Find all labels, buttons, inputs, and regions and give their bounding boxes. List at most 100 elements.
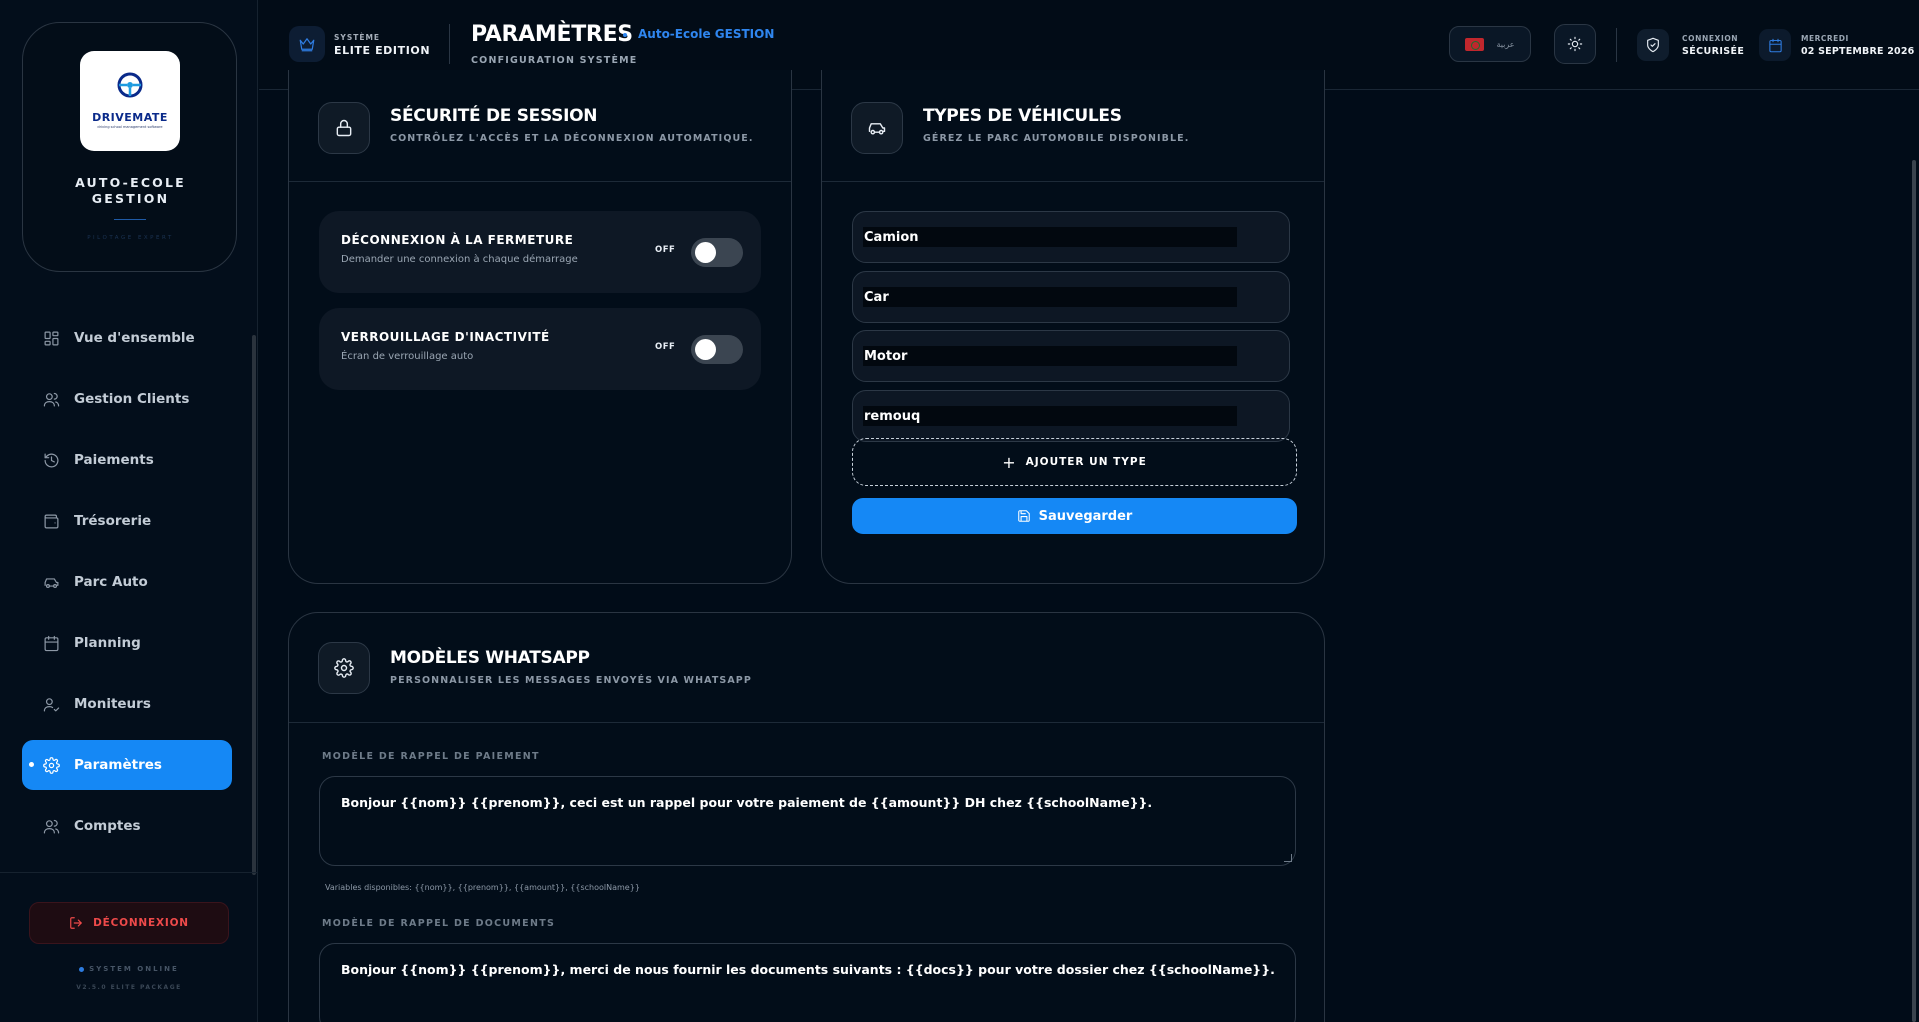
save-button[interactable]: Sauvegarder [852, 498, 1297, 534]
vehicle-type-input[interactable] [863, 406, 1237, 426]
sidebar-item-label: Trésorerie [74, 513, 152, 529]
logo: DRIVEMATE driving school management soft… [80, 51, 180, 151]
school-name: Auto-Ecole GESTION [638, 27, 775, 41]
toggle-state-label: OFF [655, 342, 676, 352]
vehicle-type-row [852, 390, 1290, 442]
sidebar-scrollbar[interactable] [252, 335, 256, 875]
resize-grip-icon[interactable] [1284, 854, 1292, 862]
history-icon [44, 453, 59, 467]
edition-badge [289, 26, 325, 62]
page-subtitle: CONFIGURATION SYSTÈME [471, 55, 638, 66]
sidebar-item-label: Vue d'ensemble [74, 330, 195, 346]
sidebar-item-label: Comptes [74, 818, 141, 834]
shield-check-icon [1647, 37, 1659, 53]
calendar-icon [44, 635, 59, 651]
wallet-icon [44, 514, 59, 528]
logout-label: DÉCONNEXION [93, 917, 189, 929]
card-title: MODÈLES WHATSAPP [390, 648, 590, 668]
logo-tagline: driving school management software [97, 125, 163, 129]
gear-icon [334, 658, 354, 678]
sidebar-nav: Vue d'ensemble Gestion Clients Paiements… [22, 313, 232, 862]
date-label: 02 SEPTEMBRE 2026 [1801, 46, 1915, 57]
sidebar-item-label: Parc Auto [74, 574, 148, 590]
sidebar-item-clients[interactable]: Gestion Clients [22, 374, 232, 424]
sidebar-item-settings[interactable]: Paramètres [22, 740, 232, 790]
logout-icon [70, 917, 82, 929]
inactivity-lock-switch[interactable] [691, 335, 743, 364]
theme-toggle-button[interactable] [1554, 24, 1596, 64]
brand-divider [114, 219, 146, 220]
sidebar-item-treasury[interactable]: Trésorerie [22, 496, 232, 546]
car-icon [44, 577, 59, 588]
date-badge [1759, 29, 1791, 61]
user-check-icon [43, 697, 60, 711]
brand-card: DRIVEMATE driving school management soft… [22, 22, 237, 272]
card-icon-box [851, 102, 903, 154]
car-icon [868, 123, 886, 135]
sidebar-item-instructors[interactable]: Moniteurs [22, 679, 232, 729]
switch-knob [695, 339, 716, 360]
divider [1616, 28, 1617, 62]
logout-on-close-switch[interactable] [691, 238, 743, 267]
card-title: TYPES DE VÉHICULES [923, 106, 1122, 126]
plus-icon: + [1002, 452, 1017, 472]
divider [449, 24, 450, 64]
sidebar-item-planning[interactable]: Planning [22, 618, 232, 668]
security-badge [1637, 29, 1669, 61]
documents-template-label: MODÈLE DE RAPPEL DE DOCUMENTS [322, 918, 556, 929]
connection-label: CONNEXION [1682, 34, 1739, 43]
sidebar-item-label: Paiements [74, 452, 154, 468]
sidebar-item-label: Paramètres [74, 757, 162, 773]
toggle-row-logout-on-close: DÉCONNEXION À LA FERMETURE Demander une … [319, 211, 761, 293]
connection-status: SÉCURISÉE [1682, 46, 1745, 57]
documents-template-text: Bonjour {{nom}} {{prenom}}, merci de nou… [341, 962, 1275, 977]
sidebar: DRIVEMATE driving school management soft… [0, 0, 258, 1022]
users-icon [43, 819, 60, 833]
card-subtitle: PERSONNALISER LES MESSAGES ENVOYÉS VIA W… [390, 675, 752, 686]
language-label: عربية [1496, 39, 1515, 49]
vehicle-types-card: TYPES DE VÉHICULES GÉREZ LE PARC AUTOMOB… [821, 70, 1325, 584]
sidebar-item-fleet[interactable]: Parc Auto [22, 557, 232, 607]
card-subtitle: GÉREZ LE PARC AUTOMOBILE DISPONIBLE. [923, 133, 1190, 144]
vehicle-type-input[interactable] [863, 287, 1237, 307]
system-status-label: SYSTEM ONLINE [89, 965, 179, 973]
logo-text: DRIVEMATE [92, 111, 168, 124]
whatsapp-templates-card: MODÈLES WHATSAPP PERSONNALISER LES MESSA… [288, 612, 1325, 1022]
toggle-row-inactivity-lock: VERROUILLAGE D'INACTIVITÉ Écran de verro… [319, 308, 761, 390]
sidebar-item-accounts[interactable]: Comptes [22, 801, 232, 851]
divider [289, 181, 791, 182]
toggle-description: Écran de verrouillage auto [341, 351, 474, 362]
logout-button[interactable]: DÉCONNEXION [29, 902, 229, 944]
toggle-description: Demander une connexion à chaque démarrag… [341, 254, 578, 265]
documents-template-textarea[interactable]: Bonjour {{nom}} {{prenom}}, merci de nou… [319, 943, 1296, 1022]
vehicle-type-row [852, 271, 1290, 323]
add-vehicle-type-button[interactable]: + AJOUTER UN TYPE [852, 438, 1297, 486]
sidebar-item-overview[interactable]: Vue d'ensemble [22, 313, 232, 363]
sidebar-item-label: Gestion Clients [74, 391, 190, 407]
variables-hint: Variables disponibles: {{nom}}, {{prenom… [325, 883, 640, 892]
main-scrollbar[interactable] [1912, 160, 1916, 1022]
language-switch-button[interactable]: عربية [1449, 26, 1531, 62]
vehicle-type-input[interactable] [863, 346, 1237, 366]
title-dot [623, 33, 627, 37]
vehicle-type-row [852, 211, 1290, 263]
save-label: Sauvegarder [1038, 508, 1133, 524]
payment-template-textarea[interactable]: Bonjour {{nom}} {{prenom}}, ceci est un … [319, 776, 1296, 866]
morocco-flag-icon [1465, 37, 1485, 51]
floppy-disk-icon [1017, 510, 1030, 522]
toggle-state-label: OFF [655, 245, 676, 255]
payment-template-text: Bonjour {{nom}} {{prenom}}, ceci est un … [341, 795, 1153, 810]
card-subtitle: CONTRÔLEZ L'ACCÈS ET LA DÉCONNEXION AUTO… [390, 133, 754, 144]
users-icon [43, 392, 60, 406]
crown-icon [299, 38, 315, 52]
vehicle-type-input[interactable] [863, 227, 1237, 247]
day-label: MERCREDI [1801, 34, 1849, 43]
divider [289, 722, 1324, 723]
brand-name: AUTO-ECOLE GESTION [75, 175, 186, 206]
gear-icon [43, 756, 60, 774]
vehicle-type-row [852, 330, 1290, 382]
sidebar-item-label: Moniteurs [74, 696, 151, 712]
lock-icon [336, 119, 352, 137]
sidebar-item-payments[interactable]: Paiements [22, 435, 232, 485]
toggle-title: DÉCONNEXION À LA FERMETURE [341, 233, 574, 247]
